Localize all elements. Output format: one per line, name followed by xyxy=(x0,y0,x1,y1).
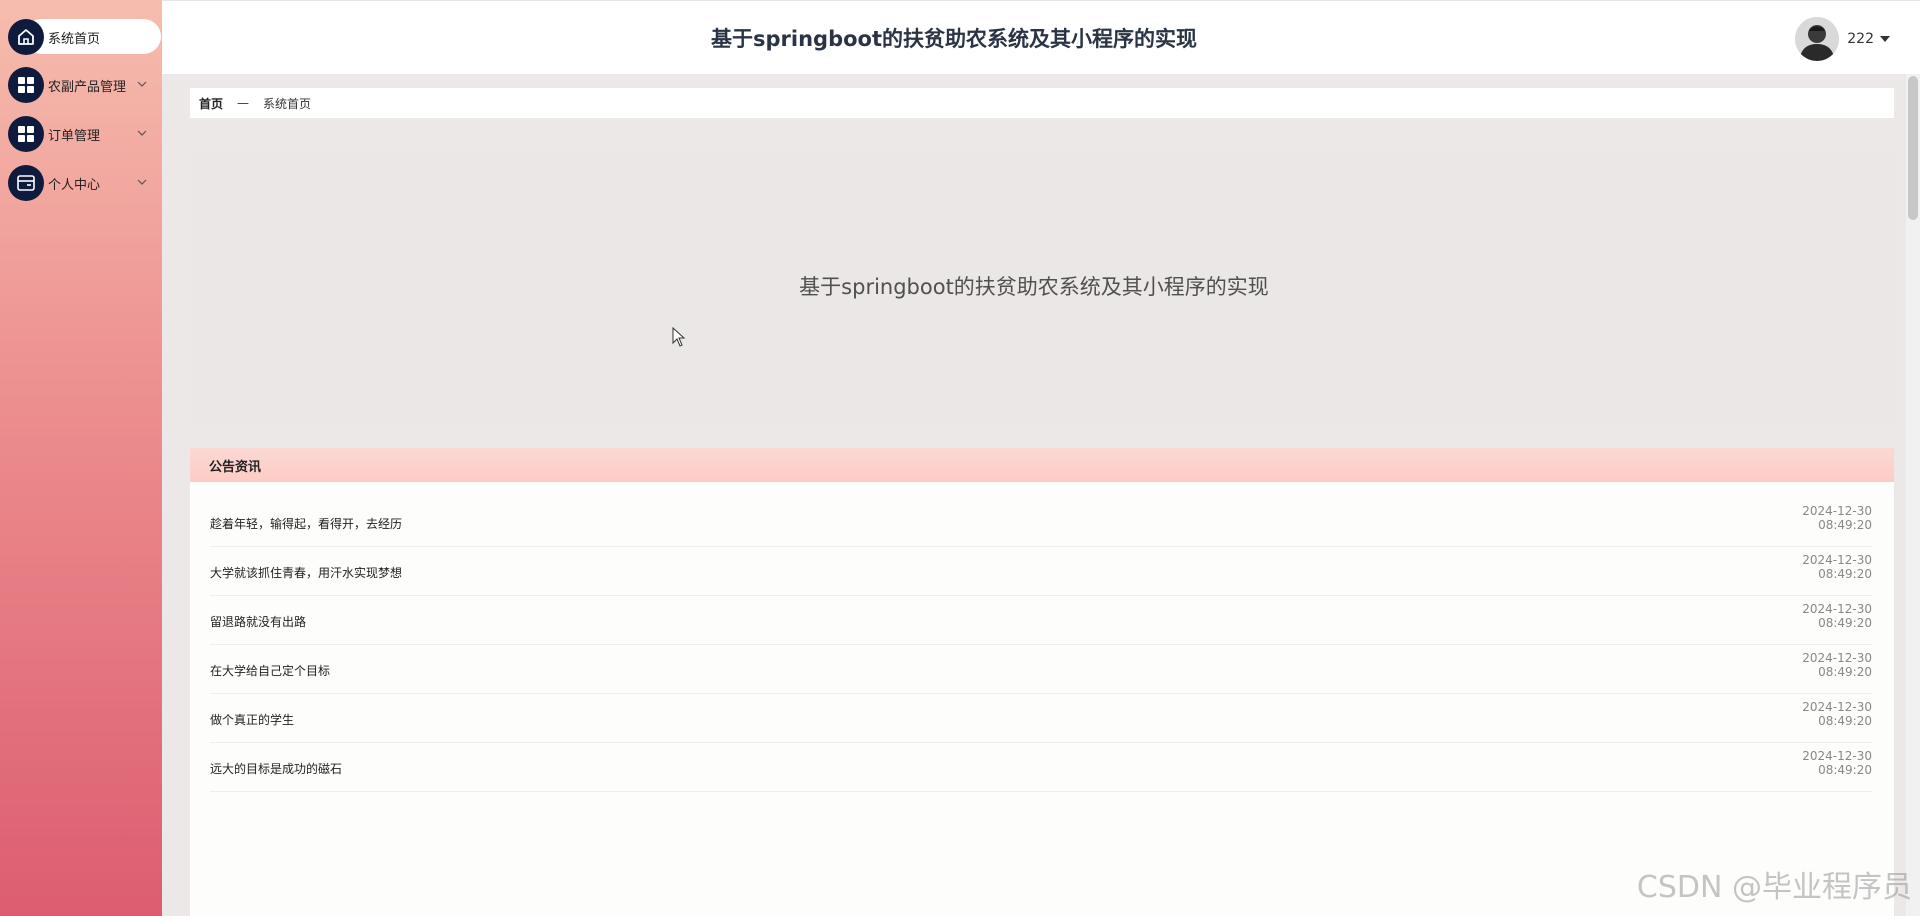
watermark: CSDN @毕业程序员 xyxy=(1636,870,1912,905)
list-item[interactable]: 大学就该抓住青春，用汗水实现梦想 2024-12-30 08:49:20 xyxy=(210,547,1872,596)
notice-timestamp: 2024-12-30 08:49:20 xyxy=(1802,749,1872,777)
notice-list: 趁着年轻，输得起，看得开，去经历 2024-12-30 08:49:20 大学就… xyxy=(210,498,1872,792)
banner: 基于springboot的扶贫助农系统及其小程序的实现 xyxy=(190,150,1894,422)
notice-timestamp: 2024-12-30 08:49:20 xyxy=(1802,553,1872,581)
notice-date: 2024-12-30 xyxy=(1802,700,1872,714)
sidebar-item-profile[interactable]: 个人中心 xyxy=(8,164,154,202)
notice-timestamp: 2024-12-30 08:49:20 xyxy=(1802,700,1872,728)
list-item[interactable]: 留退路就没有出路 2024-12-30 08:49:20 xyxy=(210,596,1872,645)
notice-title[interactable]: 留退路就没有出路 xyxy=(210,613,306,630)
list-item[interactable]: 做个真正的学生 2024-12-30 08:49:20 xyxy=(210,694,1872,743)
notice-time: 08:49:20 xyxy=(1818,616,1872,630)
sidebar-item-label: 订单管理 xyxy=(48,128,101,144)
notice-timestamp: 2024-12-30 08:49:20 xyxy=(1802,602,1872,630)
user-menu[interactable]: 222 xyxy=(1795,17,1890,61)
banner-title: 基于springboot的扶贫助农系统及其小程序的实现 xyxy=(799,275,1269,299)
username: 222 xyxy=(1847,31,1874,47)
top-header: 基于springboot的扶贫助农系统及其小程序的实现 222 xyxy=(162,0,1920,74)
caret-down-icon xyxy=(1880,36,1890,42)
notice-time: 08:49:20 xyxy=(1818,763,1872,777)
notice-title[interactable]: 大学就该抓住青春，用汗水实现梦想 xyxy=(210,564,402,581)
breadcrumb: 首页 — 系统首页 xyxy=(190,88,1894,118)
notice-timestamp: 2024-12-30 08:49:20 xyxy=(1802,504,1872,532)
notice-time: 08:49:20 xyxy=(1818,518,1872,532)
card-icon xyxy=(8,165,44,201)
sidebar-item-home[interactable]: 系统首页 xyxy=(8,18,161,56)
list-item[interactable]: 远大的目标是成功的磁石 2024-12-30 08:49:20 xyxy=(210,743,1872,792)
sidebar-item-label: 农副产品管理 xyxy=(48,79,127,95)
sidebar-item-label: 个人中心 xyxy=(48,177,101,193)
notices-panel: 公告资讯 趁着年轻，输得起，看得开，去经历 2024-12-30 08:49:2… xyxy=(190,448,1894,916)
notices-title: 公告资讯 xyxy=(190,448,1894,482)
notice-date: 2024-12-30 xyxy=(1802,651,1872,665)
notice-date: 2024-12-30 xyxy=(1802,749,1872,763)
chevron-down-icon xyxy=(137,130,147,136)
scrollbar[interactable] xyxy=(1906,74,1920,916)
list-item[interactable]: 趁着年轻，输得起，看得开，去经历 2024-12-30 08:49:20 xyxy=(210,498,1872,547)
sidebar-item-label: 系统首页 xyxy=(48,31,101,47)
list-item[interactable]: 在大学给自己定个目标 2024-12-30 08:49:20 xyxy=(210,645,1872,694)
breadcrumb-separator: — xyxy=(237,96,250,110)
sidebar: 系统首页 农副产品管理 订单管理 个人中心 xyxy=(0,0,162,916)
notice-time: 08:49:20 xyxy=(1818,665,1872,679)
notice-title[interactable]: 趁着年轻，输得起，看得开，去经历 xyxy=(210,515,402,532)
notice-timestamp: 2024-12-30 08:49:20 xyxy=(1802,651,1872,679)
notice-title[interactable]: 做个真正的学生 xyxy=(210,711,294,728)
page-title: 基于springboot的扶贫助农系统及其小程序的实现 xyxy=(711,27,1197,51)
breadcrumb-current: 系统首页 xyxy=(263,96,312,111)
chevron-down-icon xyxy=(137,81,147,87)
breadcrumb-home[interactable]: 首页 xyxy=(199,95,223,112)
avatar[interactable] xyxy=(1795,17,1840,61)
notice-date: 2024-12-30 xyxy=(1802,504,1872,518)
notice-title[interactable]: 在大学给自己定个目标 xyxy=(210,662,330,679)
grid-icon xyxy=(8,116,44,152)
chevron-down-icon xyxy=(137,179,147,185)
notice-time: 08:49:20 xyxy=(1818,567,1872,581)
sidebar-item-products[interactable]: 农副产品管理 xyxy=(8,66,154,104)
notice-date: 2024-12-30 xyxy=(1802,553,1872,567)
scrollbar-thumb[interactable] xyxy=(1908,76,1918,220)
notice-date: 2024-12-30 xyxy=(1802,602,1872,616)
notice-title[interactable]: 远大的目标是成功的磁石 xyxy=(210,760,342,777)
mouse-cursor-icon xyxy=(672,327,686,347)
sidebar-item-orders[interactable]: 订单管理 xyxy=(8,115,154,153)
grid-icon xyxy=(8,67,44,103)
home-icon xyxy=(8,19,44,55)
notice-time: 08:49:20 xyxy=(1818,714,1872,728)
